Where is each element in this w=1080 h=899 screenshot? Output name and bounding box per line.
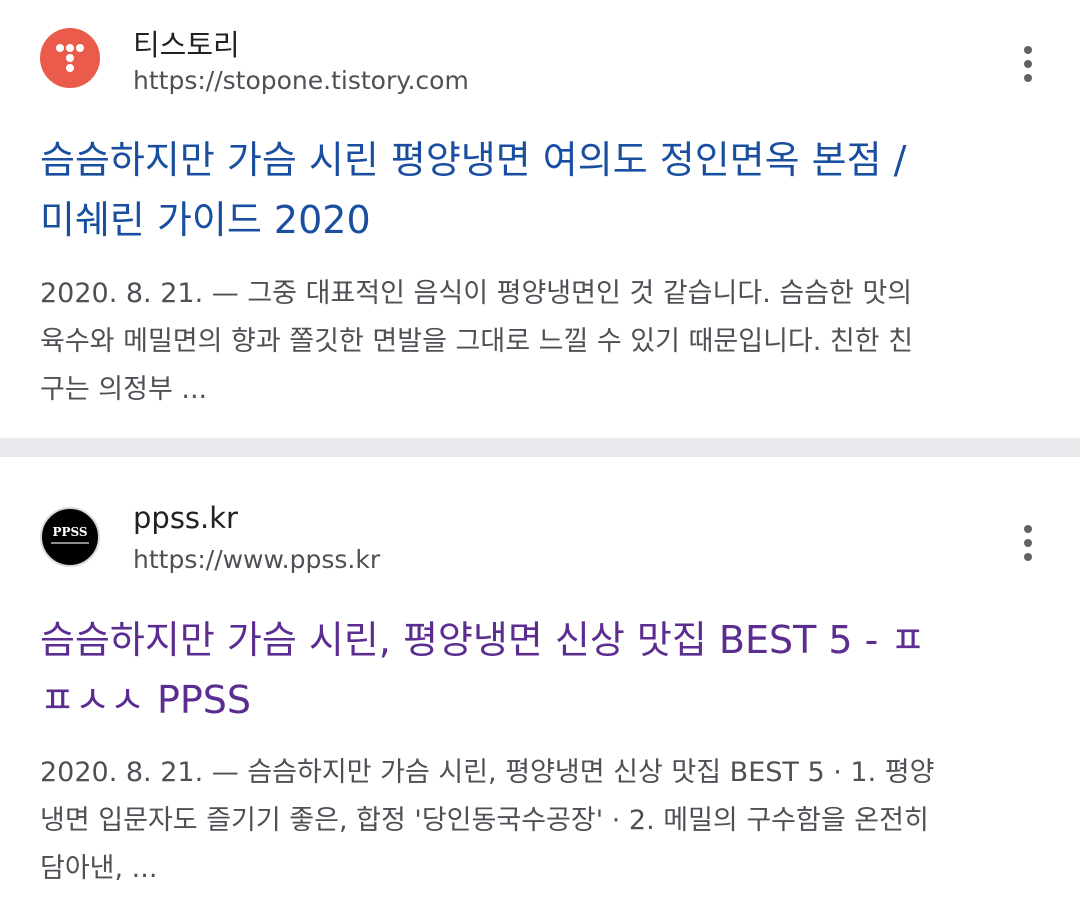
title-line: ㅍㅅㅅ PPSS [40,678,252,722]
result-title-link[interactable]: 슴슴하지만 가슴 시린 평양냉면 여의도 정인면옥 본점 / 미쉐린 가이드 2… [40,130,1050,250]
result-title-link[interactable]: 슴슴하지만 가슴 시린, 평양냉면 신상 맛집 BEST 5 - ㅍ ㅍㅅㅅ P… [40,610,1050,730]
title-line: 미쉐린 가이드 2020 [40,198,371,242]
ppss-logo-icon: PPSS [40,507,100,567]
site-url: https://stopone.tistory.com [133,66,469,95]
search-result-2: PPSS ppss.kr https://www.ppss.kr 슴슴하지만 가… [0,457,1080,899]
result-source[interactable]: PPSS ppss.kr https://www.ppss.kr [40,501,1040,591]
more-options-icon[interactable] [1016,525,1040,561]
snippet-line: 구는 의정부 ... [40,374,208,405]
title-line: 슴슴하지만 가슴 시린 평양냉면 여의도 정인면옥 본점 / [40,138,907,182]
tistory-logo-icon [40,28,100,88]
more-options-icon[interactable] [1016,46,1040,82]
result-snippet: 2020. 8. 21. — 슴슴하지만 가슴 시린, 평양냉면 신상 맛집 B… [40,749,1050,893]
tistory-dots-icon [56,44,84,72]
result-source[interactable]: 티스토리 https://stopone.tistory.com [40,22,1040,112]
snippet-line: 육수와 메밀면의 향과 쫄깃한 면발을 그대로 느낄 수 있기 때문입니다. 친… [40,326,914,357]
snippet-line: 냉면 입문자도 즐기기 좋은, 합정 '당인동국수공장' · 2. 메밀의 구수… [40,805,929,836]
site-url: https://www.ppss.kr [133,545,381,574]
snippet-line: 2020. 8. 21. — 슴슴하지만 가슴 시린, 평양냉면 신상 맛집 B… [40,757,935,788]
title-line: 슴슴하지만 가슴 시린, 평양냉면 신상 맛집 BEST 5 - ㅍ [40,618,926,662]
search-result-1: 티스토리 https://stopone.tistory.com 슴슴하지만 가… [0,0,1080,438]
result-separator [0,438,1080,457]
ppss-logo-underline [51,542,89,544]
snippet-line: 담아낸, ... [40,853,158,884]
snippet-line: 2020. 8. 21. — 그중 대표적인 음식이 평양냉면인 것 같습니다.… [40,278,913,309]
result-snippet: 2020. 8. 21. — 그중 대표적인 음식이 평양냉면인 것 같습니다.… [40,270,1050,414]
site-name: ppss.kr [133,501,238,535]
site-name: 티스토리 [133,28,240,62]
ppss-logo-text: PPSS [52,525,88,539]
